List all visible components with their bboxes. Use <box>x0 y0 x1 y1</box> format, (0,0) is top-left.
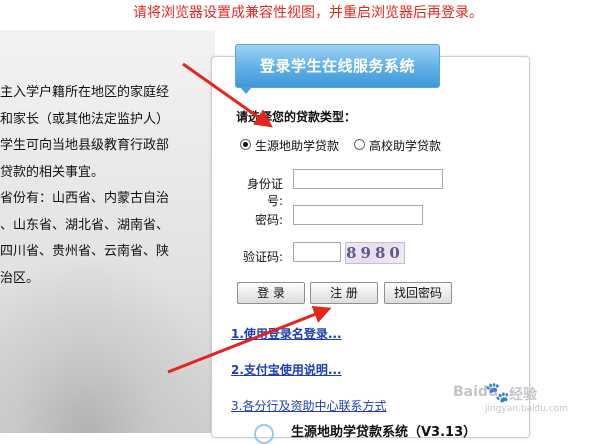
radio-source-loan-label[interactable]: 生源地助学贷款 <box>255 137 339 154</box>
radio-university-loan-label[interactable]: 高校助学贷款 <box>369 137 441 154</box>
info-line: 学生可向当地县级教育行政部 <box>0 138 170 153</box>
login-panel-title: 登录学生在线服务系统 <box>235 44 440 94</box>
link-alipay-guide[interactable]: 2.支付宝使用说明... <box>231 361 342 378</box>
id-number-input[interactable] <box>293 169 443 189</box>
system-version-title: 生源地助学贷款系统（V3.13） <box>291 425 477 440</box>
system-logo-icon <box>254 424 274 444</box>
info-line: 贷款的相关事宜。 <box>0 164 105 180</box>
paw-icon: 🐾 <box>485 380 510 404</box>
link-branch-contacts[interactable]: 3.各分行及资助中心联系方式 <box>231 397 386 414</box>
info-line: 主入学户籍所在地区的家庭经 <box>0 85 170 100</box>
login-button[interactable]: 登 录 <box>237 282 305 304</box>
recover-password-button[interactable]: 找回密码 <box>384 282 452 304</box>
loan-type-label: 请选择您的贷款类型： <box>236 110 357 124</box>
info-line: 和家长（或其他法定监护人） <box>0 111 170 127</box>
info-line: 四川省、贵州省、云南省、陕 <box>0 244 170 259</box>
compatibility-notice: 请将浏览器设置成兼容性视图，并重启浏览器后再登录。 <box>133 5 483 21</box>
id-number-label: 身份证号: <box>246 177 283 208</box>
password-input[interactable] <box>293 205 423 225</box>
captcha-image[interactable]: 8980 <box>345 242 405 264</box>
baidu-jingyan-watermark: Baidu 🐾 经验 jingyan.baidu.com <box>445 380 568 420</box>
watermark-url: jingyan.baidu.com <box>485 404 569 414</box>
info-line: 省份有：山西省、内蒙古自治 <box>0 191 170 206</box>
info-line: 治区。 <box>0 270 40 286</box>
captcha-input[interactable] <box>293 242 341 262</box>
password-label: 密码: <box>254 213 283 227</box>
watermark-suffix: 经验 <box>509 387 537 403</box>
info-line: 、山东省、湖北省、湖南省、 <box>0 217 170 233</box>
register-button[interactable]: 注 册 <box>310 282 378 304</box>
left-info-text: 主入学户籍所在地区的家庭经 和家长（或其他法定监护人） 学生可向当地县级教育行政… <box>0 80 215 292</box>
radio-university-loan[interactable] <box>354 139 365 150</box>
link-login-by-username[interactable]: 1.使用登录名登录... <box>231 325 342 342</box>
radio-source-loan[interactable] <box>240 139 251 150</box>
captcha-label: 验证码: <box>242 250 283 264</box>
